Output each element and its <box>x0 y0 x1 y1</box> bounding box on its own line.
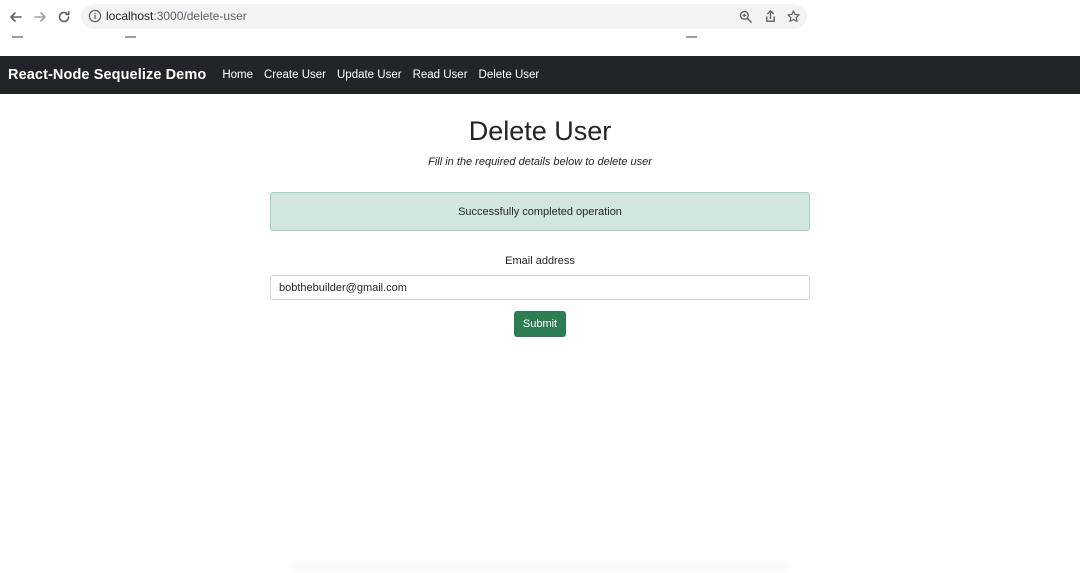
app-navbar: React-Node Sequelize Demo Home Create Us… <box>0 56 1080 94</box>
share-icon[interactable] <box>763 9 778 24</box>
browser-toolbar: localhost:3000/delete-user <box>0 0 1080 34</box>
bookmark-item[interactable] <box>125 36 136 38</box>
nav-link-create-user[interactable]: Create User <box>264 69 326 81</box>
nav-link-read-user[interactable]: Read User <box>413 69 468 81</box>
page-subtitle: Fill in the required details below to de… <box>428 156 652 168</box>
reload-button[interactable] <box>54 7 74 27</box>
forward-button[interactable] <box>30 7 50 27</box>
arrow-left-icon <box>10 12 22 22</box>
arrow-right-icon <box>34 12 46 22</box>
page-title: Delete User <box>468 116 612 146</box>
nav-link-home[interactable]: Home <box>222 69 253 81</box>
alert-text: Successfully completed operation <box>458 205 622 218</box>
success-alert: Successfully completed operation <box>270 192 810 231</box>
bookmark-item[interactable] <box>12 36 23 38</box>
info-circle-icon[interactable] <box>88 9 102 23</box>
url-host: localhost <box>106 9 154 23</box>
main-content: Delete User Fill in the required details… <box>0 94 1080 573</box>
back-button[interactable] <box>6 7 26 27</box>
nav-links: Home Create User Update User Read User D… <box>222 69 550 81</box>
url-path: :3000/delete-user <box>153 9 247 23</box>
page-bottom-shadow <box>290 559 790 571</box>
navbar-brand[interactable]: React-Node Sequelize Demo <box>8 67 206 83</box>
email-label: Email address <box>505 255 575 267</box>
submit-button[interactable]: Submit <box>514 311 566 337</box>
star-icon[interactable] <box>786 9 801 24</box>
magnifier-icon[interactable] <box>738 9 753 24</box>
reload-icon <box>58 11 70 23</box>
email-field[interactable] <box>270 275 810 300</box>
bookmarks-bar <box>0 34 1080 56</box>
address-bar[interactable]: localhost:3000/delete-user <box>81 4 807 29</box>
bookmark-item[interactable] <box>686 36 697 38</box>
url-text: localhost:3000/delete-user <box>106 9 247 24</box>
nav-link-delete-user[interactable]: Delete User <box>479 69 540 81</box>
nav-link-update-user[interactable]: Update User <box>337 69 402 81</box>
